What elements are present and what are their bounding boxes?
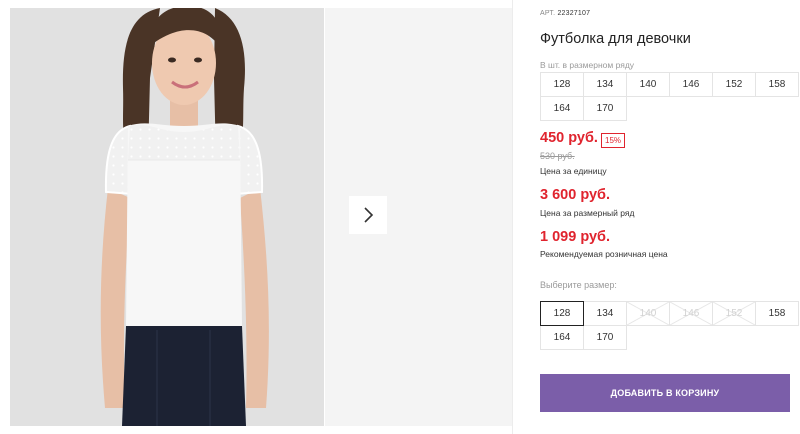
- size-option-unavailable: 140: [626, 301, 670, 326]
- girl-in-white-tshirt-image: [10, 8, 324, 426]
- size-option[interactable]: 158: [755, 301, 799, 326]
- article-value: 22327107: [557, 10, 591, 17]
- row-price: 3 600 руб.: [540, 187, 611, 203]
- unit-price: 450 руб.: [540, 130, 598, 146]
- choose-size-label: Выберите размер:: [540, 280, 617, 290]
- size-row-cell: 152: [712, 72, 756, 97]
- size-row-cell: 164: [540, 96, 584, 121]
- retail-price: 1 099 руб.: [540, 229, 611, 245]
- unit-price-note: Цена за единицу: [540, 166, 607, 176]
- size-option-selected[interactable]: 128: [540, 301, 584, 326]
- size-row-caption: В шт. в размерном ряду: [540, 60, 635, 70]
- size-option[interactable]: 134: [583, 301, 627, 326]
- old-price: 530 руб.: [540, 151, 575, 161]
- size-row-cell: 170: [583, 96, 627, 121]
- row-price-note: Цена за размерный ряд: [540, 208, 635, 218]
- size-row-cell: 134: [583, 72, 627, 97]
- size-row-cell: 128: [540, 72, 584, 97]
- product-photo[interactable]: [10, 8, 324, 426]
- chevron-right-icon: [364, 207, 374, 223]
- size-row-grid: 128 134 140 146 152 158 164 170: [540, 72, 799, 121]
- gallery-next-button[interactable]: [349, 196, 387, 234]
- discount-badge: 15%: [601, 133, 626, 148]
- size-row-cell: 158: [755, 72, 799, 97]
- product-gallery: [0, 0, 512, 434]
- size-row-cell: 140: [626, 72, 670, 97]
- retail-price-note: Рекомендуемая розничная цена: [540, 249, 668, 259]
- size-option-label: 146: [682, 308, 700, 319]
- size-row-cell: 146: [669, 72, 713, 97]
- size-option[interactable]: 170: [583, 325, 627, 350]
- article-label: АРТ.: [540, 10, 556, 17]
- size-option-unavailable: 152: [712, 301, 756, 326]
- size-option-unavailable: 146: [669, 301, 713, 326]
- product-title: Футболка для девочки: [540, 31, 691, 47]
- size-selector: 128 134 140 146 152 158 164 170: [540, 301, 799, 350]
- add-to-cart-button[interactable]: ДОБАВИТЬ В КОРЗИНУ: [540, 374, 790, 412]
- article-number: АРТ. 22327107: [540, 10, 590, 17]
- size-option[interactable]: 164: [540, 325, 584, 350]
- column-divider: [512, 0, 513, 434]
- size-option-label: 140: [639, 308, 657, 319]
- size-option-label: 152: [725, 308, 743, 319]
